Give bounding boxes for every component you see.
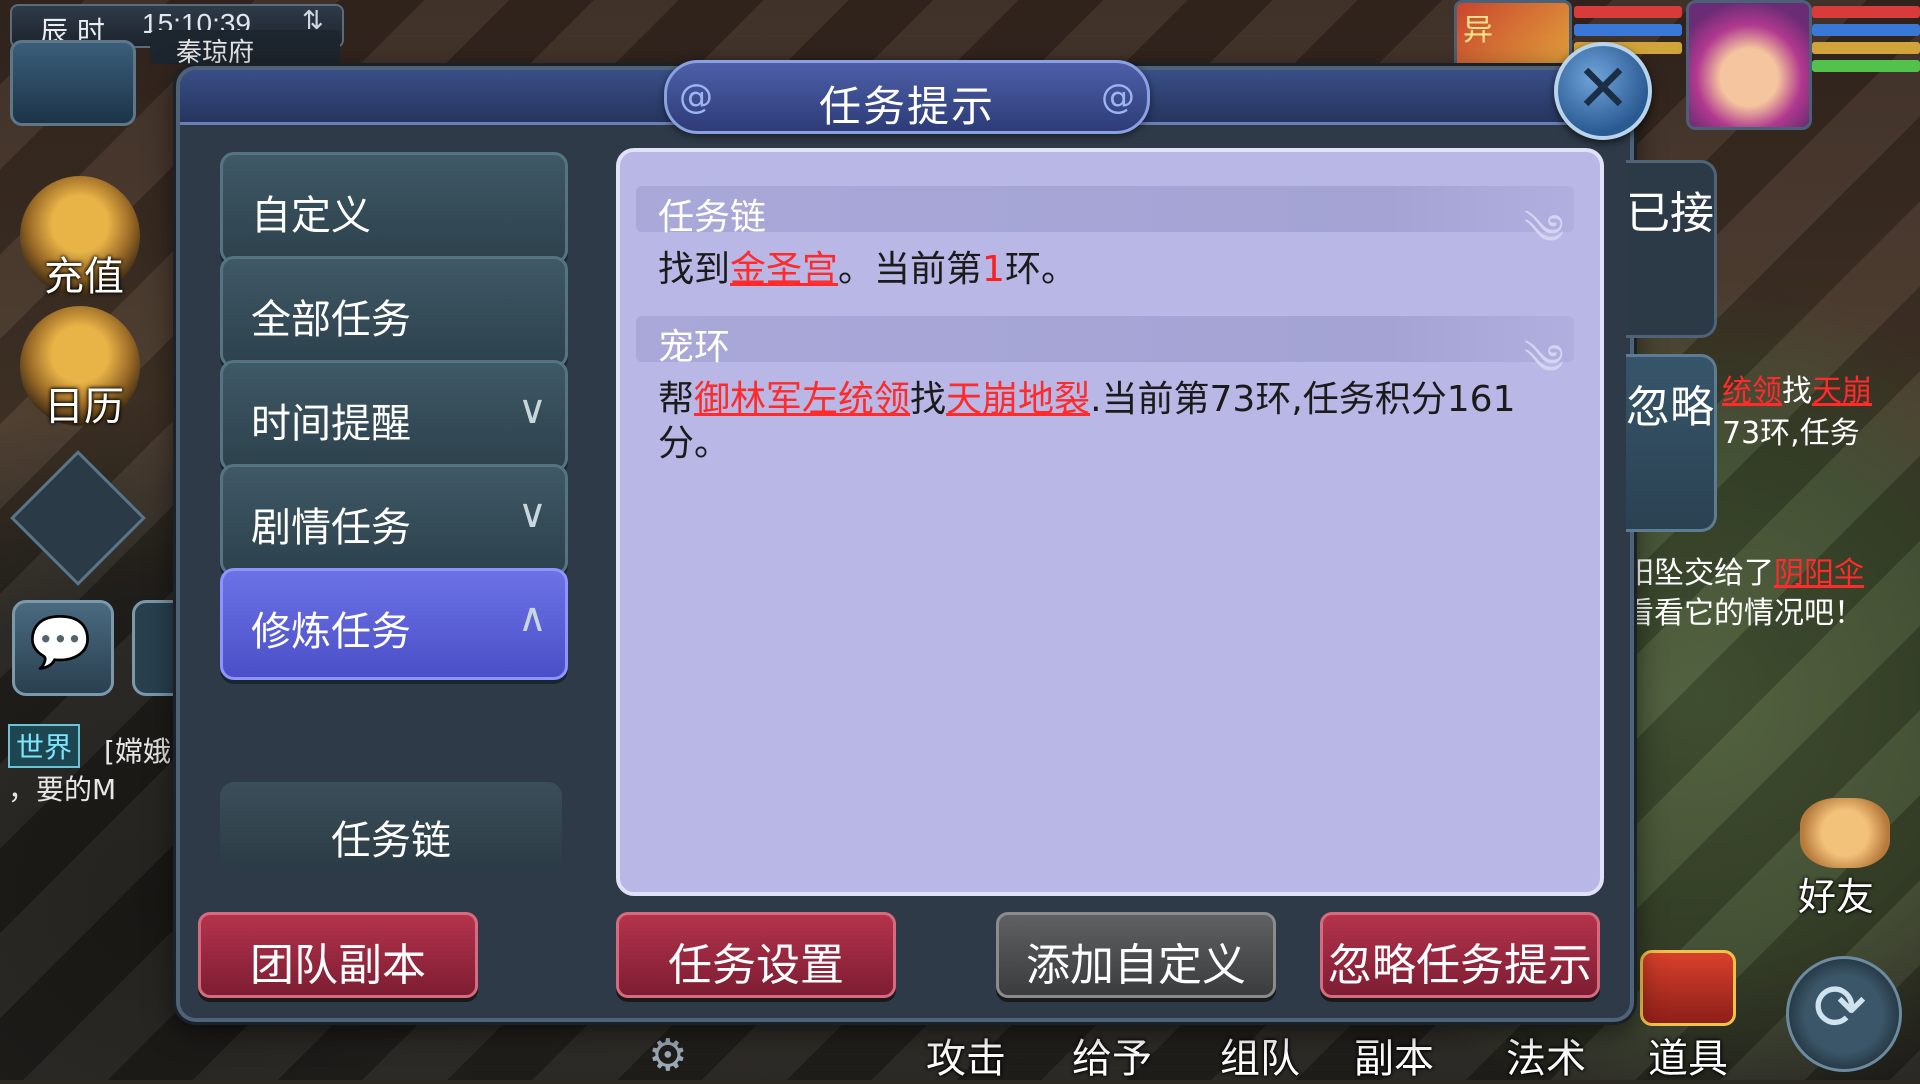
add-custom-button[interactable]: 添加自定义 [996,912,1276,998]
button-label: 任务设置 [668,940,844,991]
button-label: 团队副本 [250,940,426,991]
curl-ornament-icon: @ [1101,77,1135,117]
menu-item-label: 剧情任务 [251,505,411,551]
tab-accepted[interactable]: 已接 [1626,160,1717,338]
pet-link[interactable]: 天崩地裂 [946,379,1090,420]
player-portrait[interactable] [1686,0,1812,130]
give-button[interactable]: 给予 [1072,1026,1152,1084]
side-task-text: 统领找天崩 [1722,374,1872,409]
button-label: 忽略任务提示 [1328,940,1592,991]
npc-link[interactable]: 金圣宫 [730,249,838,290]
side-task-text: 阳坠交给了阴阳伞 [1624,556,1864,591]
chat-message: [嫦娥 [104,735,171,768]
chevron-down-icon: ∨ [517,387,547,433]
section-title: 宠环 [658,327,731,368]
pet-badge: 异 [1463,13,1493,48]
player-status-bars [1812,6,1920,78]
dialog-title: 任务提示 [818,82,995,131]
menu-item-label: 时间提醒 [251,401,411,447]
refresh-icon: ⟳ [1813,971,1867,1045]
menu-item-all-tasks[interactable]: 全部任务 [220,256,568,368]
settings-gear-icon[interactable]: ⚙ [648,1030,687,1081]
side-task-text: 看看它的情况吧！ [1624,596,1864,631]
minimap-logo[interactable] [10,40,136,126]
world-channel-tag[interactable]: 世界 [8,724,81,768]
section-text: 帮御林军左统领找天崩地裂.当前第73环,任务积分161分。 [658,379,1516,464]
section-header: 宠环 ༄ [636,316,1574,384]
close-button[interactable]: ✕ [1554,42,1652,140]
chevron-down-icon: ∨ [517,491,547,537]
npc-link[interactable]: 御林军左统领 [694,379,910,420]
tab-ignore[interactable]: 忽略 [1626,354,1717,532]
chat-message: ，要的M [8,773,117,806]
calendar-button[interactable]: 日历 [20,306,140,430]
tab-label: 已接 [1626,188,1714,239]
recharge-button[interactable]: 充值 [20,176,140,300]
task-content-panel: 任务链 ༄ 找到金圣宫。当前第1环。 宠环 ༄ 帮御林军左统领找天崩地裂.当前第… [616,148,1604,896]
menu-item-label: 自定义 [251,193,371,239]
menu-item-time-reminder[interactable]: 时间提醒 ∨ [220,360,568,472]
menu-item-label: 修炼任务 [251,609,411,655]
friend-label: 好友 [1798,875,1875,919]
item-button[interactable]: 道具 [1648,1026,1728,1084]
spell-button[interactable]: 法术 [1506,1026,1586,1084]
section-header: 任务链 ༄ [636,186,1574,254]
chat-bubble-icon: 💬 [29,613,92,671]
task-settings-button[interactable]: 任务设置 [616,912,896,998]
section-text: 找到金圣宫。当前第1环。 [658,249,1077,290]
task-tips-dialog: @ 任务提示 @ ✕ 自定义 全部任务 时间提醒 ∨ 剧情任务 ∨ 修炼任务 ∧… [176,42,1717,1022]
button-label: 添加自定义 [1026,940,1246,991]
attack-button[interactable]: 攻击 [926,1026,1006,1084]
team-dungeon-button[interactable]: 团队副本 [198,912,478,998]
section-title: 任务链 [658,197,767,238]
dungeon-button[interactable]: 副本 [1354,1026,1434,1084]
menu-item-story-tasks[interactable]: 剧情任务 ∨ [220,464,568,576]
tab-label: 忽略 [1626,382,1714,433]
recharge-label: 充值 [44,254,124,300]
chevron-up-icon: ∧ [517,595,547,641]
close-icon: ✕ [1575,50,1631,127]
map-name-bar[interactable]: 秦琼府 [150,30,340,68]
ignore-task-tips-button[interactable]: 忽略任务提示 [1320,912,1600,998]
map-name: 秦琼府 [176,38,255,68]
title-plate: @ 任务提示 @ [664,60,1150,134]
side-task-text: 73环,任务 [1722,416,1860,451]
refresh-button[interactable]: ⟳ [1786,956,1902,1072]
menu-item-custom[interactable]: 自定义 [220,152,568,264]
chat-button[interactable]: 💬 [12,600,114,696]
calendar-label: 日历 [44,384,124,430]
menu-item-training-tasks[interactable]: 修炼任务 ∧ [220,568,568,680]
friend-button[interactable]: 好友 [1790,790,1900,919]
team-button[interactable]: 组队 [1220,1026,1300,1084]
menu-subitem-task-chain[interactable]: 任务链 [220,782,562,868]
menu-item-label: 全部任务 [251,297,411,343]
menu-subitem-label: 任务链 [331,818,451,864]
handshake-icon [1800,798,1890,868]
